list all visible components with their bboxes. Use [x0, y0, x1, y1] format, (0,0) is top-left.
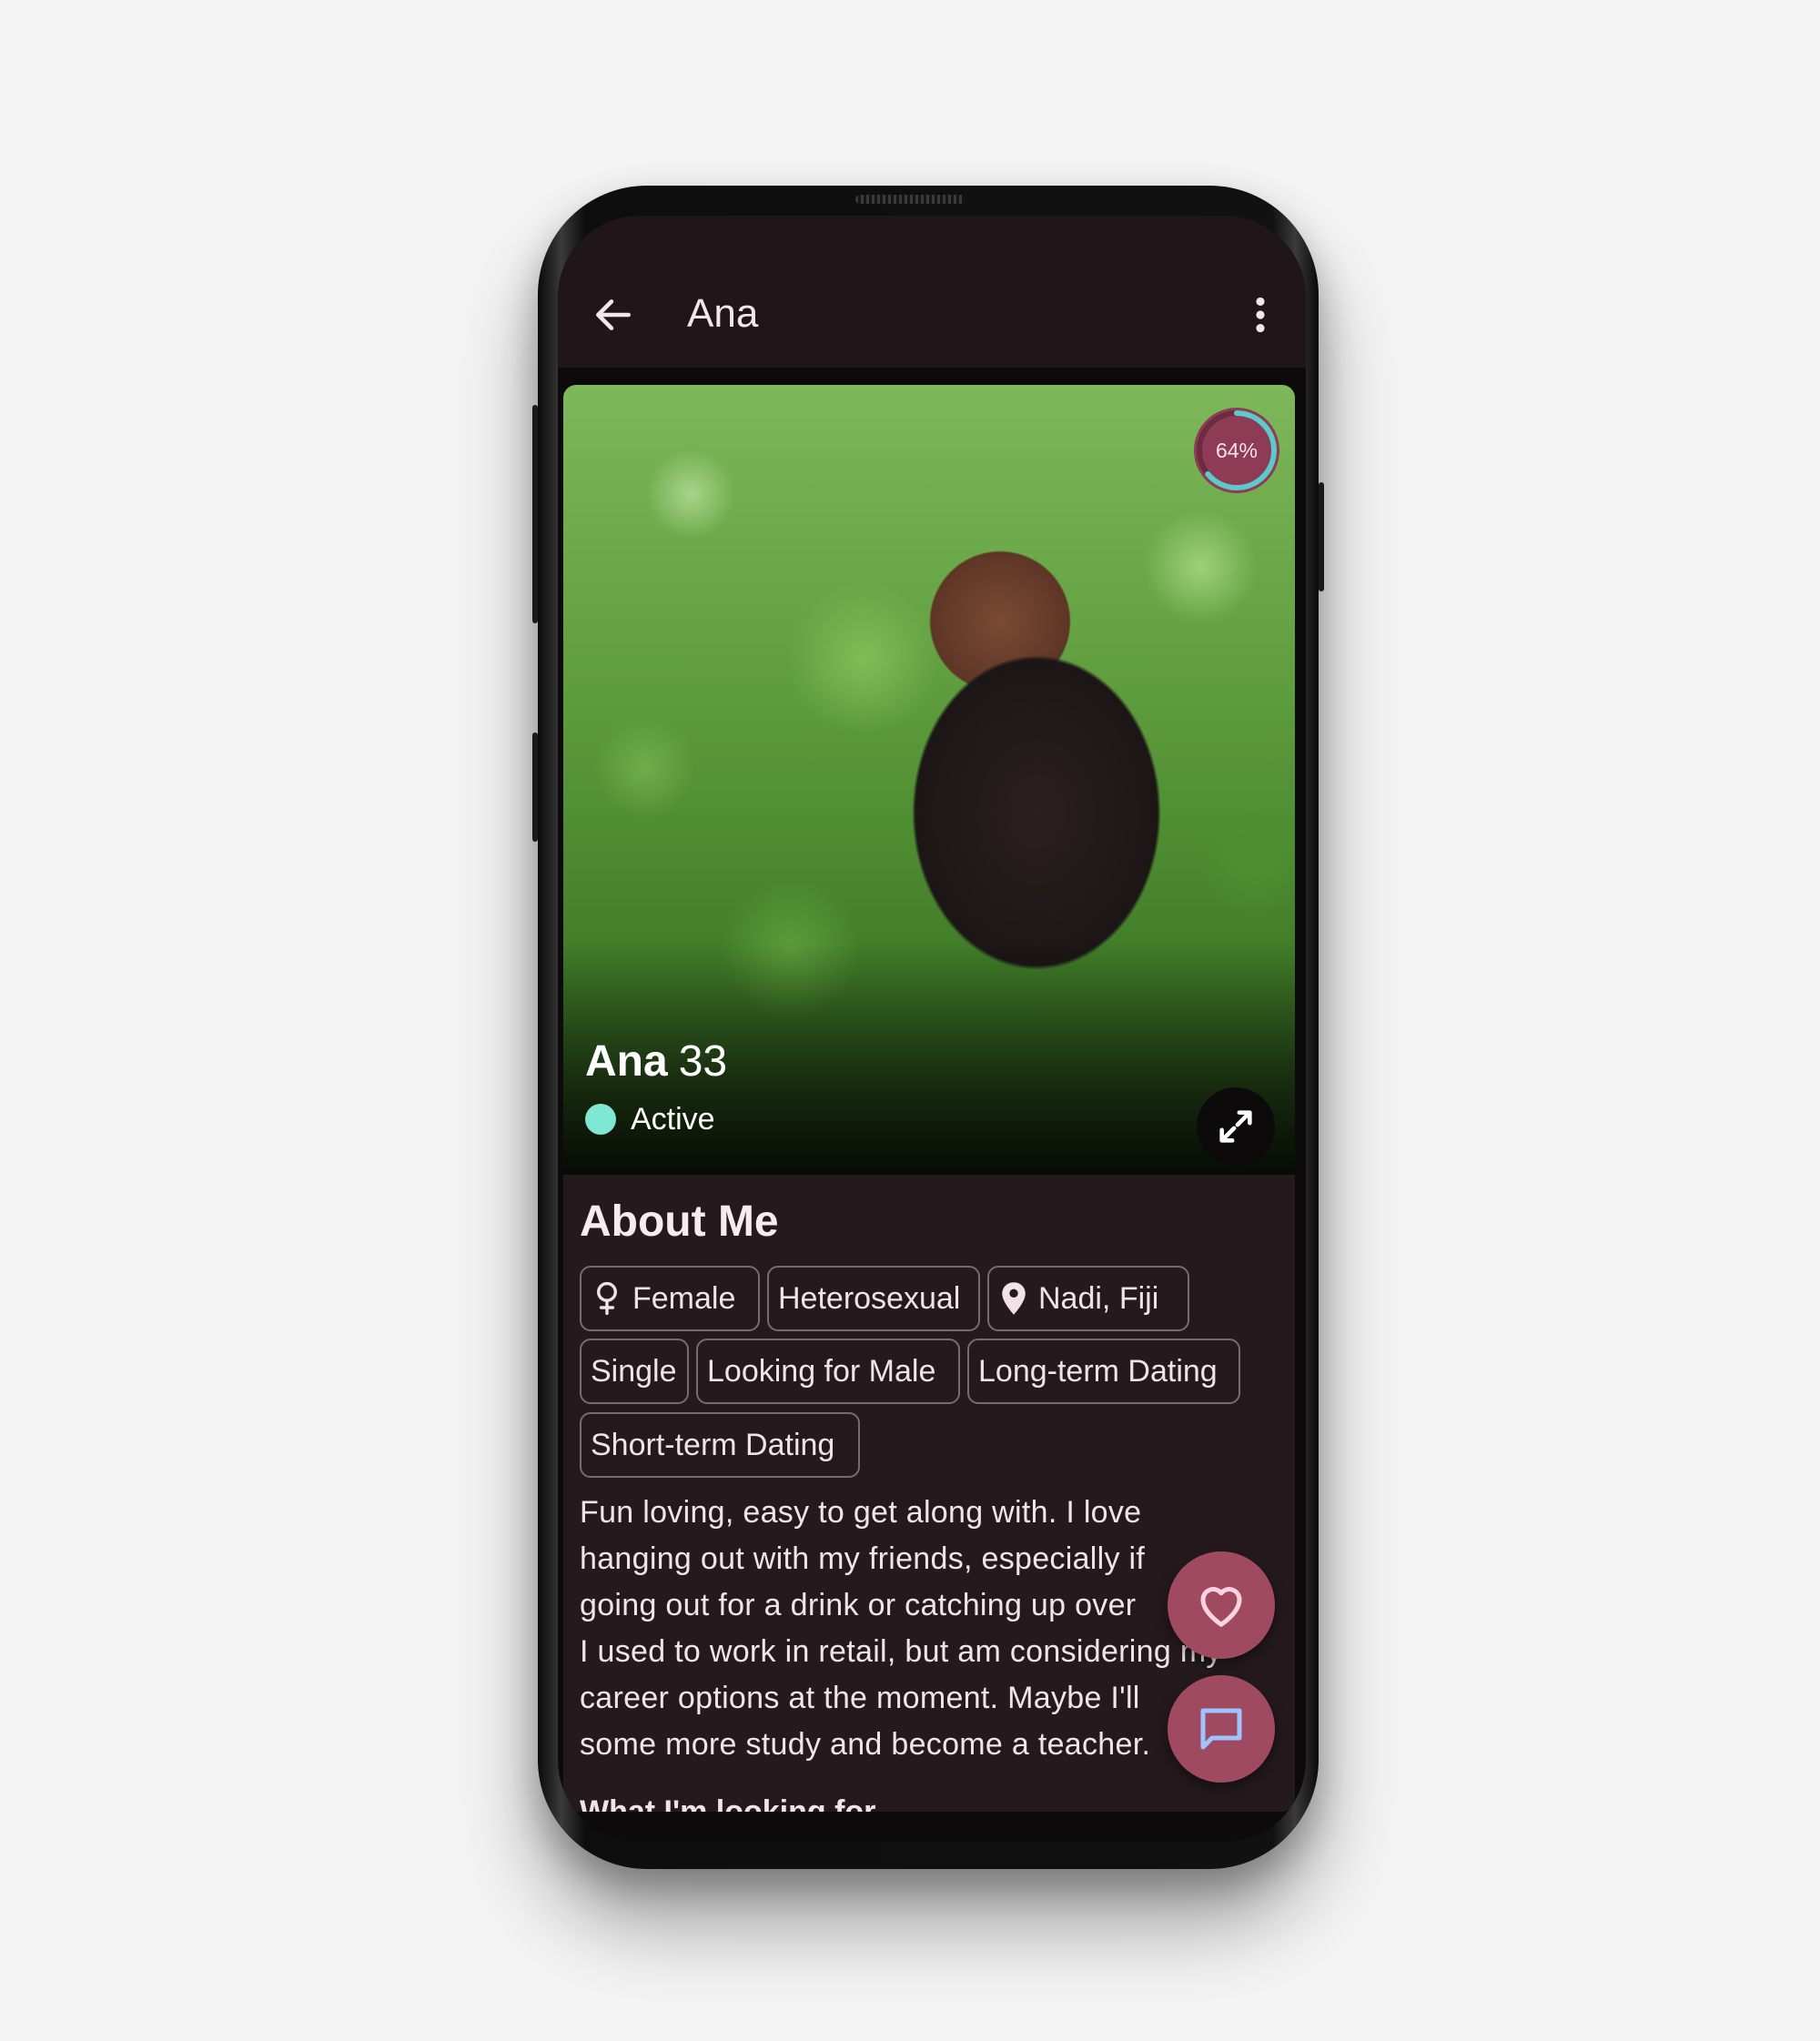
chip-looking-for: Looking for Male [696, 1339, 960, 1404]
side-button [532, 733, 538, 842]
match-score-badge: 64% [1191, 405, 1282, 496]
chip-label: Female [632, 1281, 736, 1316]
profile-name: Ana [585, 1037, 668, 1086]
more-vertical-icon[interactable] [1242, 292, 1279, 338]
screen-bottom-edge [558, 1812, 1306, 1842]
about-me-heading: About Me [580, 1197, 779, 1246]
chip-label: Looking for Male [707, 1354, 936, 1389]
chip-dating-long: Long-term Dating [967, 1339, 1240, 1404]
active-status-dot [585, 1104, 616, 1135]
looking-for-heading: What I'm looking for [580, 1794, 876, 1812]
earpiece-speaker [855, 195, 965, 204]
expand-photo-button[interactable] [1197, 1087, 1275, 1166]
chip-gender: Female [580, 1266, 760, 1331]
match-percent-label: 64% [1215, 439, 1259, 462]
active-status-label: Active [631, 1102, 715, 1137]
like-button[interactable] [1168, 1551, 1275, 1659]
page-title: Ana [687, 291, 759, 336]
message-button[interactable] [1168, 1675, 1275, 1783]
chip-label: Long-term Dating [978, 1354, 1218, 1389]
phone-screen: Ana 64% Ana 33 Active About Me Female He… [558, 216, 1306, 1842]
chip-location: Nadi, Fiji [987, 1266, 1189, 1331]
chip-dating-short: Short-term Dating [580, 1412, 860, 1478]
chip-label: Single [591, 1354, 677, 1389]
volume-button [532, 405, 538, 623]
chat-bubble-icon [1200, 1708, 1242, 1750]
heart-icon [1200, 1587, 1242, 1627]
profile-photo[interactable]: 64% Ana 33 Active [563, 385, 1295, 1177]
chip-label: Nadi, Fiji [1038, 1281, 1159, 1316]
mockup-stage: Ana 64% Ana 33 Active About Me Female He… [0, 0, 1820, 2041]
chip-label: Short-term Dating [591, 1428, 835, 1462]
chip-orientation: Heterosexual [767, 1266, 980, 1331]
expand-diagonal-icon [1219, 1110, 1252, 1143]
map-pin-icon [1002, 1282, 1026, 1315]
bio-line: career options at the moment. Maybe I'll [580, 1681, 1140, 1715]
chip-label: Heterosexual [778, 1281, 961, 1316]
profile-age: 33 [678, 1037, 728, 1086]
bio-line: Fun loving, easy to get along with. I lo… [580, 1495, 1142, 1530]
profile-name-age: Ana 33 [585, 1036, 727, 1087]
bio-line: I used to work in retail, but am conside… [580, 1634, 1222, 1669]
chip-relationship: Single [580, 1339, 689, 1404]
power-button [1319, 482, 1324, 591]
female-symbol-icon [597, 1281, 617, 1316]
arrow-left-icon[interactable] [591, 292, 636, 338]
bio-line: hanging out with my friends, especially … [580, 1541, 1146, 1576]
app-bar: Ana [558, 216, 1306, 368]
